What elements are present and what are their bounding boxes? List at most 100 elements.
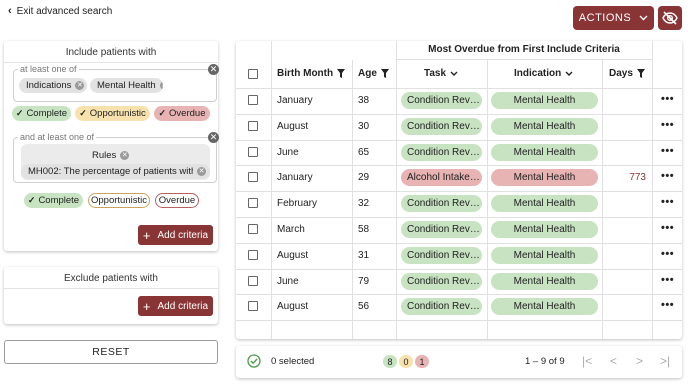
include-add-criteria-button[interactable]: + Add criteria bbox=[138, 225, 213, 245]
task-tag[interactable]: Condition Rev… bbox=[401, 220, 482, 238]
remove-icon[interactable]: ✕ bbox=[159, 81, 163, 90]
chevron-down-icon bbox=[565, 71, 573, 76]
row-checkbox[interactable] bbox=[248, 94, 258, 105]
indication-tag[interactable]: Mental Health bbox=[491, 220, 598, 238]
task-tag[interactable]: Condition Rev… bbox=[401, 246, 482, 264]
filter-icon[interactable] bbox=[380, 69, 389, 78]
first-page-icon[interactable]: |< bbox=[582, 354, 592, 368]
more-icon[interactable]: ••• bbox=[661, 93, 674, 105]
row-checkbox[interactable] bbox=[248, 223, 258, 234]
task-tag[interactable]: Condition Rev… bbox=[401, 195, 482, 213]
divider bbox=[236, 217, 682, 218]
filter-icon[interactable] bbox=[337, 69, 346, 78]
overdue-count: 1 bbox=[415, 355, 429, 368]
days-cell: 773 bbox=[629, 172, 646, 184]
col-task[interactable]: Task bbox=[424, 68, 458, 79]
col-birth-month[interactable]: Birth Month bbox=[277, 68, 346, 79]
exclude-add-criteria-button[interactable]: + Add criteria bbox=[138, 296, 213, 316]
row-checkbox[interactable] bbox=[248, 172, 258, 183]
actions-button[interactable]: ACTIONS bbox=[573, 6, 654, 30]
divider bbox=[602, 60, 603, 339]
chip-indications[interactable]: Indications ✕ bbox=[19, 78, 87, 93]
birth-month-cell: August bbox=[277, 120, 309, 132]
filter-icon[interactable] bbox=[636, 69, 645, 78]
task-tag[interactable]: Condition Rev… bbox=[401, 143, 482, 161]
row-checkbox[interactable] bbox=[248, 146, 258, 157]
row-checkbox[interactable] bbox=[248, 120, 258, 131]
indication-tag[interactable]: Mental Health bbox=[491, 195, 598, 213]
more-icon[interactable]: ••• bbox=[661, 196, 674, 208]
col-age[interactable]: Age bbox=[358, 68, 389, 79]
remove-icon[interactable]: ✕ bbox=[75, 81, 85, 90]
indication-tag[interactable]: Mental Health bbox=[491, 117, 598, 135]
results-table: Most Overdue from First Include Criteria… bbox=[236, 41, 682, 339]
group1-overdue-toggle[interactable]: ✓ Overdue bbox=[154, 106, 210, 121]
indication-tag[interactable]: Mental Health bbox=[491, 246, 598, 264]
remove-icon[interactable]: ✕ bbox=[120, 151, 130, 160]
group2-opportunistic-toggle[interactable]: Opportunistic bbox=[88, 193, 150, 208]
exit-advanced-search-link[interactable]: ‹ Exit advanced search bbox=[8, 5, 112, 17]
age-cell: 31 bbox=[358, 249, 370, 261]
more-icon[interactable]: ••• bbox=[661, 145, 674, 157]
indication-tag[interactable]: Mental Health bbox=[491, 272, 598, 290]
check-icon: ✓ bbox=[27, 195, 36, 205]
task-tag[interactable]: Condition Rev… bbox=[401, 91, 482, 109]
col-task-label: Task bbox=[424, 68, 447, 79]
group2-overdue-toggle[interactable]: Overdue bbox=[155, 193, 199, 208]
more-icon[interactable]: ••• bbox=[661, 274, 674, 286]
remove-icon[interactable]: ✕ bbox=[197, 167, 206, 176]
include-group-1: at least one of Indications ✕ Mental Hea… bbox=[13, 64, 217, 102]
remove-group2-icon[interactable]: ✕ bbox=[208, 132, 219, 143]
task-tag[interactable]: Condition Rev… bbox=[401, 117, 482, 135]
status-counts: 8 0 1 bbox=[383, 355, 429, 368]
prev-page-icon[interactable]: < bbox=[610, 354, 617, 368]
rules-box: Rules ✕ MH002: The percentage of patient… bbox=[21, 144, 210, 180]
group2-overdue-label: Overdue bbox=[158, 195, 196, 206]
divider bbox=[236, 139, 682, 141]
chevron-left-icon: ‹ bbox=[8, 5, 12, 17]
row-checkbox[interactable] bbox=[248, 249, 258, 260]
task-tag[interactable]: Alcohol Intake… bbox=[401, 169, 482, 187]
more-icon[interactable]: ••• bbox=[661, 299, 674, 311]
divider bbox=[487, 60, 488, 339]
check-icon: ✓ bbox=[158, 108, 167, 118]
divider bbox=[236, 191, 682, 193]
group1-opportunistic-toggle[interactable]: ✓ Opportunistic bbox=[75, 106, 150, 121]
group2-opportunistic-label: Opportunistic bbox=[91, 195, 147, 206]
row-checkbox[interactable] bbox=[248, 275, 258, 286]
birth-month-cell: August bbox=[277, 301, 309, 313]
task-tag[interactable]: Condition Rev… bbox=[401, 272, 482, 290]
divider bbox=[236, 242, 682, 244]
more-icon[interactable]: ••• bbox=[661, 248, 674, 260]
next-page-icon[interactable]: > bbox=[636, 354, 643, 368]
group2-complete-toggle[interactable]: ✓ Complete bbox=[24, 193, 83, 208]
group1-opportunistic-label: Opportunistic bbox=[89, 108, 146, 119]
chip-rule-mh002-label: MH002: The percentage of patients with… bbox=[28, 166, 193, 177]
chip-rule-mh002[interactable]: MH002: The percentage of patients with… … bbox=[21, 164, 210, 179]
reset-button[interactable]: RESET bbox=[4, 340, 218, 364]
chip-mental-health[interactable]: Mental Health ✕ bbox=[90, 78, 163, 93]
chip-rules[interactable]: Rules ✕ bbox=[85, 148, 145, 163]
row-checkbox[interactable] bbox=[248, 198, 258, 209]
divider bbox=[236, 113, 682, 115]
indication-tag[interactable]: Mental Health bbox=[491, 143, 598, 161]
include-criteria-panel: Include patients with at least one of In… bbox=[4, 41, 219, 251]
col-indication[interactable]: Indication bbox=[514, 68, 573, 79]
remove-group1-icon[interactable]: ✕ bbox=[208, 64, 219, 75]
eye-off-icon bbox=[662, 11, 678, 25]
divider bbox=[396, 59, 652, 60]
indication-tag[interactable]: Mental Health bbox=[491, 169, 598, 187]
group1-complete-toggle[interactable]: ✓ Complete bbox=[12, 106, 71, 121]
hide-sensitive-toggle[interactable] bbox=[658, 6, 682, 30]
task-tag[interactable]: Condition Rev… bbox=[401, 298, 482, 316]
more-icon[interactable]: ••• bbox=[661, 222, 674, 234]
select-all-checkbox[interactable] bbox=[248, 69, 258, 79]
indication-tag[interactable]: Mental Health bbox=[491, 91, 598, 109]
more-icon[interactable]: ••• bbox=[661, 119, 674, 131]
last-page-icon[interactable]: >| bbox=[660, 354, 670, 368]
group1-complete-label: Complete bbox=[26, 108, 68, 119]
indication-tag[interactable]: Mental Health bbox=[491, 298, 598, 316]
row-checkbox[interactable] bbox=[248, 301, 258, 312]
more-icon[interactable]: ••• bbox=[661, 170, 674, 182]
col-days[interactable]: Days bbox=[609, 68, 645, 79]
